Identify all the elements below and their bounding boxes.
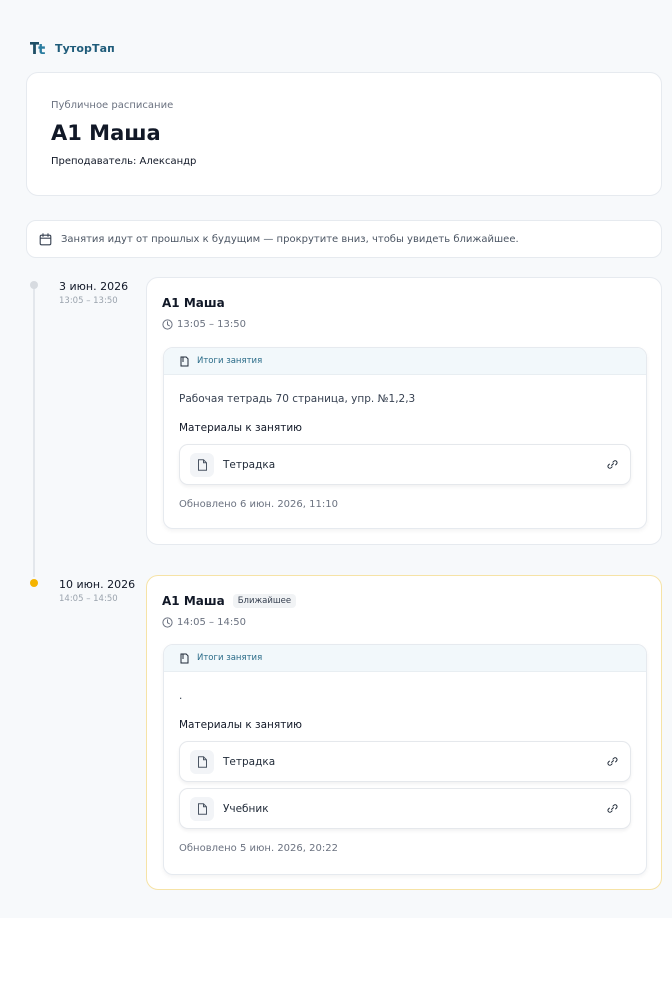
file-name: Учебник — [223, 802, 269, 815]
page-kicker: Публичное расписание — [51, 100, 174, 111]
materials-label: Материалы к занятию — [179, 422, 302, 434]
summary-label: Итоги занятия — [197, 356, 263, 366]
lesson-title-row: A1 Маша Ближайшее — [162, 594, 297, 608]
clock-icon — [162, 319, 173, 330]
order-notice: Занятия идут от прошлых к будущим — прок… — [26, 220, 662, 258]
summary-header: Итоги занятия — [164, 645, 646, 672]
file-icon — [197, 802, 207, 815]
lesson-title: A1 Маша — [162, 296, 225, 310]
file-icon — [197, 458, 207, 471]
material-file-row[interactable]: Учебник — [179, 788, 631, 829]
lesson-title-row: A1 Маша — [162, 296, 225, 310]
lesson-card: A1 Маша 13:05 – 13:50 Итоги занятия Рабо… — [146, 277, 662, 545]
file-icon-box — [190, 749, 214, 774]
lesson-summary: Итоги занятия . Материалы к занятию Тетр… — [163, 644, 647, 875]
timeline-date: 3 июн. 2026 — [59, 280, 129, 293]
lesson-time-row: 13:05 – 13:50 — [162, 319, 246, 330]
teacher-label: Преподаватель: Александр — [51, 156, 197, 167]
timeline-time: 13:05 – 13:50 — [59, 296, 118, 306]
file-icon-box — [190, 452, 214, 477]
file-name: Тетрадка — [223, 755, 276, 768]
timeline-line — [33, 287, 35, 577]
page-title: A1 Маша — [51, 121, 161, 145]
lesson-time: 13:05 – 13:50 — [177, 319, 246, 330]
summary-text: . — [179, 690, 183, 702]
file-name: Тетрадка — [223, 458, 276, 471]
timeline-time: 14:05 – 14:50 — [59, 594, 118, 604]
nearest-badge: Ближайшее — [232, 594, 297, 608]
timeline-dot-next — [30, 579, 38, 587]
lesson-card-next: A1 Маша Ближайшее 14:05 – 14:50 Итоги за… — [146, 575, 662, 890]
lesson-time: 14:05 – 14:50 — [177, 617, 246, 628]
clock-icon — [162, 617, 173, 628]
link-icon[interactable] — [607, 756, 618, 767]
link-icon[interactable] — [607, 459, 618, 470]
lesson-title: A1 Маша — [162, 594, 225, 608]
materials-label: Материалы к занятию — [179, 719, 302, 731]
link-icon[interactable] — [607, 803, 618, 814]
brand[interactable]: ТуторТап — [29, 39, 115, 57]
file-icon — [197, 755, 207, 768]
material-file-row[interactable]: Тетрадка — [179, 444, 631, 485]
material-file-row[interactable]: Тетрадка — [179, 741, 631, 782]
file-icon-box — [190, 796, 214, 821]
tutortap-logo-icon — [30, 42, 45, 54]
updated-label: Обновлено 6 июн. 2026, 11:10 — [179, 499, 338, 510]
lesson-summary: Итоги занятия Рабочая тетрадь 70 страниц… — [163, 347, 647, 529]
summary-label: Итоги занятия — [197, 653, 263, 663]
note-icon — [180, 356, 189, 366]
calendar-icon — [39, 232, 52, 245]
lesson-time-row: 14:05 – 14:50 — [162, 617, 246, 628]
summary-header: Итоги занятия — [164, 348, 646, 375]
timeline-dot-past — [30, 281, 38, 289]
note-icon — [180, 653, 189, 663]
schedule-header-card: Публичное расписание A1 Маша Преподавате… — [26, 72, 662, 196]
summary-text: Рабочая тетрадь 70 страница, упр. №1,2,3 — [179, 393, 416, 405]
updated-label: Обновлено 5 июн. 2026, 20:22 — [179, 843, 338, 854]
timeline-date: 10 июн. 2026 — [59, 578, 136, 591]
notice-text: Занятия идут от прошлых к будущим — прок… — [61, 233, 519, 245]
brand-name: ТуторТап — [55, 41, 115, 55]
